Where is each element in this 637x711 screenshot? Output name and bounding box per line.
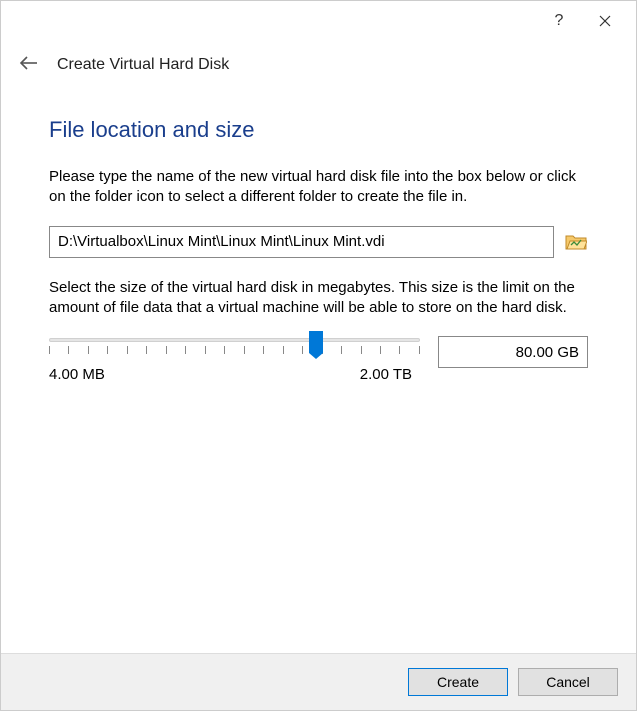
back-arrow-icon	[19, 55, 39, 71]
folder-icon	[565, 232, 587, 252]
size-row: 4.00 MB 2.00 TB	[49, 336, 588, 383]
cancel-button[interactable]: Cancel	[518, 668, 618, 696]
section-heading: File location and size	[49, 117, 588, 143]
back-button[interactable]	[17, 54, 41, 77]
slider-min-label: 4.00 MB	[49, 366, 105, 383]
slider-range-labels: 4.00 MB 2.00 TB	[49, 366, 420, 383]
file-location-help-text: Please type the name of the new virtual …	[49, 167, 588, 208]
close-button[interactable]	[582, 5, 628, 37]
close-icon	[599, 15, 611, 27]
wizard-footer: Create Cancel	[1, 653, 636, 710]
slider-max-label: 2.00 TB	[360, 366, 412, 383]
file-path-input[interactable]	[49, 226, 554, 258]
create-button[interactable]: Create	[408, 668, 508, 696]
wizard-header: Create Virtual Hard Disk	[1, 41, 636, 89]
size-slider[interactable]	[49, 338, 420, 342]
size-help-text: Select the size of the virtual hard disk…	[49, 278, 588, 319]
size-input[interactable]	[438, 336, 588, 368]
wizard-title: Create Virtual Hard Disk	[57, 56, 229, 74]
file-path-row	[49, 226, 588, 258]
slider-thumb[interactable]	[309, 331, 323, 353]
wizard-content: File location and size Please type the n…	[1, 89, 636, 653]
help-button[interactable]: ?	[536, 5, 582, 37]
slider-ticks	[49, 346, 420, 354]
browse-folder-button[interactable]	[564, 230, 588, 254]
size-slider-container: 4.00 MB 2.00 TB	[49, 336, 420, 383]
titlebar: ?	[1, 1, 636, 41]
